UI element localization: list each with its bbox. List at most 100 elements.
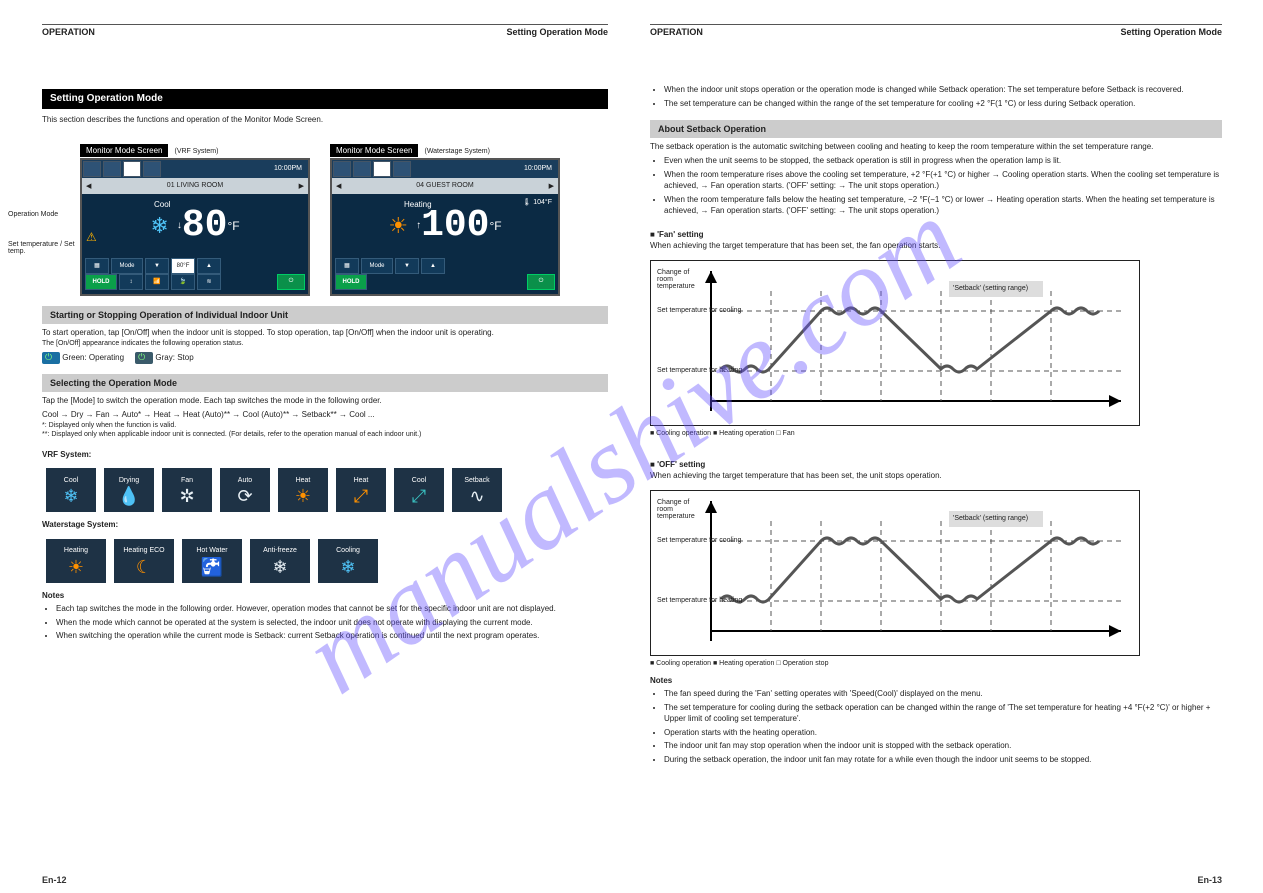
thermo-shot-vrf: Monitor Mode Screen(VRF System) 10:00PM … xyxy=(80,144,306,296)
graph-off: 'Setback' (setting range) Set temperatur… xyxy=(650,490,1140,656)
tab-zone-icon[interactable] xyxy=(123,161,141,177)
legend-1: ■ Cooling operation ■ Heating operation … xyxy=(650,430,1222,438)
list-item: The fan speed during the 'Fan' setting o… xyxy=(664,689,1222,700)
mode-tile-drying[interactable]: Drying💧 xyxy=(104,468,154,512)
temp-display-1: 80 xyxy=(182,204,228,247)
list-item: When the room temperature rises above th… xyxy=(664,170,1222,192)
mode-tile-hot-water[interactable]: Hot Water🚰 xyxy=(182,539,242,583)
prev-arrow-icon-2[interactable]: ◀ xyxy=(336,182,341,190)
tab-zone-icon-2[interactable] xyxy=(373,161,391,177)
callout-mode: Operation Mode xyxy=(8,211,58,218)
grid-button[interactable]: ▦ xyxy=(85,258,109,274)
mode-button[interactable]: Mode xyxy=(111,258,143,274)
graph1-y-axis: Change of room temperature xyxy=(657,269,701,290)
temp-display-2: 100 xyxy=(421,204,489,247)
snowflake-icon: ❄ xyxy=(150,213,168,239)
fan-icon: ✲ xyxy=(179,487,194,505)
vrf-label: VRF System: xyxy=(42,450,608,461)
setback-notes: When the indoor unit stops operation or … xyxy=(664,85,1222,110)
mode-tile-cooling[interactable]: Cooling❄ xyxy=(318,539,378,583)
gray-bar-setback: About Setback Operation xyxy=(650,120,1222,138)
outdoor-temp: 🌡 104°F xyxy=(522,198,552,206)
left-column: OPERATION Setting Operation Mode Setting… xyxy=(42,0,608,893)
mode-order: Cool → Dry → Fan → Auto* → Heat → Heat (… xyxy=(42,410,608,421)
setback-range-label-2: 'Setback' (setting range) xyxy=(949,511,1043,527)
thermo-shot-water: Monitor Mode Screen (Waterstage System) 1… xyxy=(330,144,556,296)
mode-tile-cool[interactable]: Cool⤢ xyxy=(394,468,444,512)
mode-note2: **: Displayed only when applicable indoo… xyxy=(42,430,608,439)
temp-up-button-2[interactable]: ▲ xyxy=(421,258,445,274)
next-arrow-icon[interactable]: ▶ xyxy=(299,182,304,190)
mode-tile-heating-eco[interactable]: Heating ECO☾ xyxy=(114,539,174,583)
shot1-sub: (VRF System) xyxy=(174,148,218,155)
mode-tile-heating[interactable]: Heating☀ xyxy=(46,539,106,583)
tab-list-icon[interactable] xyxy=(103,161,121,177)
mode-grid-vrf: Cool❄Drying💧Fan✲Auto⟳Heat☀Heat⤢Cool⤢Setb… xyxy=(46,468,608,512)
fan-setting-text: When achieving the target temperature th… xyxy=(650,241,1222,252)
shot1-label: Monitor Mode Screen xyxy=(80,144,168,157)
setpoint-readout: 80°F xyxy=(171,258,195,274)
mode-tile-heat[interactable]: Heat⤢ xyxy=(336,468,386,512)
mode-button-2[interactable]: Mode xyxy=(361,258,393,274)
warning-icon: ⚠ xyxy=(86,230,97,244)
swing-button[interactable]: ≋ xyxy=(197,274,221,290)
mode-tile-setback[interactable]: Setback∿ xyxy=(452,468,502,512)
tab-grid-icon[interactable] xyxy=(83,161,101,177)
prev-arrow-icon[interactable]: ◀ xyxy=(86,182,91,190)
heat-icon: ⤢ xyxy=(354,487,368,505)
clock: 10:00PM xyxy=(274,165,302,172)
tab-occupancy-icon-2[interactable] xyxy=(393,161,411,177)
eco-button[interactable]: 🍃 xyxy=(171,274,195,290)
left-page-number: En-12 xyxy=(42,875,67,885)
callout-settemp: Set temperature / Set temp. xyxy=(8,241,78,255)
drying-icon: 💧 xyxy=(118,487,140,505)
legend-2: ■ Cooling operation ■ Heating operation … xyxy=(650,660,1222,668)
power-button-2[interactable]: ⏻ xyxy=(527,274,555,290)
right-header-right: Setting Operation Mode xyxy=(1120,27,1222,37)
list-item: The set temperature for cooling during t… xyxy=(664,703,1222,725)
hold-button[interactable]: HOLD xyxy=(85,274,117,290)
shot2-label: Monitor Mode Screen xyxy=(330,144,418,157)
right-header: OPERATION Setting Operation Mode xyxy=(650,24,1222,39)
water-label: Waterstage System: xyxy=(42,520,608,531)
temp-up-button[interactable]: ▲ xyxy=(197,258,221,274)
heat-icon: ☀ xyxy=(295,487,311,505)
list-item: When the indoor unit stops operation or … xyxy=(664,85,1222,96)
temp-down-button[interactable]: ▼ xyxy=(145,258,169,274)
graph-fan: 'Setback' (setting range) Set temperatur… xyxy=(650,260,1140,426)
next-arrow-icon-2[interactable]: ▶ xyxy=(549,182,554,190)
off-setting-title: ■ 'OFF' setting xyxy=(650,460,1222,471)
mode-tile-heat[interactable]: Heat☀ xyxy=(278,468,328,512)
mode-tile-auto[interactable]: Auto⟳ xyxy=(220,468,270,512)
heating-eco-icon: ☾ xyxy=(136,558,152,576)
mode-tile-anti-freeze[interactable]: Anti-freeze❄ xyxy=(250,539,310,583)
grid-button-2[interactable]: ▦ xyxy=(335,258,359,274)
tab-grid-icon-2[interactable] xyxy=(333,161,351,177)
mode-tile-fan[interactable]: Fan✲ xyxy=(162,468,212,512)
section-bar: Setting Operation Mode xyxy=(42,89,608,109)
tab-occupancy-icon[interactable] xyxy=(143,161,161,177)
anti-freeze-icon: ❄ xyxy=(272,558,287,576)
final-notes-title: Notes xyxy=(650,676,1222,687)
fan-speed-button[interactable]: 📶 xyxy=(145,274,169,290)
list-item: Operation starts with the heating operat… xyxy=(664,728,1222,739)
setback-icon: ∿ xyxy=(469,487,484,505)
tab-list-icon-2[interactable] xyxy=(353,161,371,177)
list-item: When the room temperature falls below th… xyxy=(664,195,1222,217)
right-column: OPERATION Setting Operation Mode When th… xyxy=(650,0,1222,893)
shot2-sub: (Waterstage System) xyxy=(424,148,489,155)
temp-down-button-2[interactable]: ▼ xyxy=(395,258,419,274)
right-page-number: En-13 xyxy=(1197,875,1222,885)
mode-tile-cool[interactable]: Cool❄ xyxy=(46,468,96,512)
thermo-screen-2: 10:00PM ◀04 GUEST ROOM▶ 🌡 104°F Heating … xyxy=(330,158,560,296)
graph1-heat-label: Set temperature for heating xyxy=(657,367,742,374)
mode-word-1: Cool xyxy=(154,200,170,209)
fan-setting-title: ■ 'Fan' setting xyxy=(650,230,1222,241)
heating-icon: ☀ xyxy=(68,558,84,576)
louver-button[interactable]: ↕ xyxy=(119,274,143,290)
mode-grid-water: Heating☀Heating ECO☾Hot Water🚰Anti-freez… xyxy=(46,539,608,583)
sun-icon: ☀ xyxy=(388,213,408,239)
power-button[interactable]: ⏻ xyxy=(277,274,305,290)
setback-range-label-1: 'Setback' (setting range) xyxy=(949,281,1043,297)
hold-button-2[interactable]: HOLD xyxy=(335,274,367,290)
